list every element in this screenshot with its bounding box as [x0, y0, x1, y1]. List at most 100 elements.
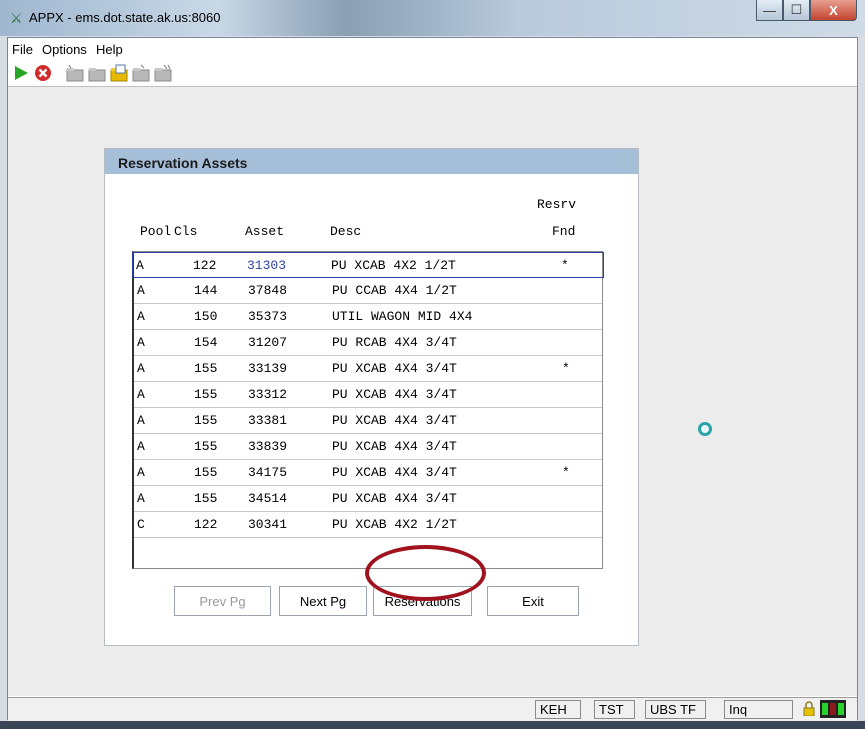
toolbar: [8, 60, 857, 87]
cell-desc: PU XCAB 4X4 3/4T: [332, 439, 457, 454]
client-area: File Options Help Reservation Assets Res…: [7, 37, 858, 721]
status-user: KEH: [535, 700, 581, 719]
folder-icon[interactable]: [66, 64, 84, 82]
cell-cls: 155: [194, 439, 218, 454]
cell-pool: A: [137, 413, 145, 428]
cell-pool: C: [137, 517, 145, 532]
cell-desc: PU XCAB 4X4 3/4T: [332, 465, 457, 480]
status-leds-icon: [820, 700, 846, 718]
next-page-button[interactable]: Next Pg: [279, 586, 367, 616]
cell-pool: A: [137, 335, 145, 350]
cell-pool: A: [136, 258, 144, 273]
cell-asset: 30341: [248, 517, 288, 532]
cell-pool: A: [137, 361, 145, 376]
cell-cls: 122: [193, 258, 217, 273]
taskbar-strip: [0, 721, 865, 729]
cell-desc: PU XCAB 4X4 3/4T: [332, 361, 457, 376]
cell-fnd: *: [562, 465, 570, 480]
column-header-cls: Cls: [174, 224, 198, 239]
window-title: APPX - ems.dot.state.ak.us:8060: [29, 10, 221, 25]
panel-header: Reservation Assets: [105, 149, 638, 174]
cell-desc: UTIL WAGON MID 4X4: [332, 309, 473, 324]
cell-asset: 34514: [248, 491, 288, 506]
cell-asset: 37848: [248, 283, 288, 298]
cell-cls: 122: [194, 517, 218, 532]
table-row[interactable]: A 144 37848 PU CCAB 4X4 1/2T: [134, 278, 602, 304]
status-mode: Inq: [724, 700, 793, 719]
cell-asset: 34175: [248, 465, 288, 480]
cell-fnd: *: [561, 258, 569, 273]
menu-help[interactable]: Help: [96, 42, 123, 57]
column-header-desc: Desc: [330, 224, 362, 239]
table-row[interactable]: A 154 31207 PU RCAB 4X4 3/4T: [134, 330, 602, 356]
appx-logo-icon: ⚔: [10, 10, 23, 26]
cell-cls: 155: [194, 465, 218, 480]
status-bar: KEH TST UBS TF Inq: [8, 697, 857, 721]
cell-asset: 35373: [248, 309, 288, 324]
cell-asset: 31303: [247, 258, 287, 273]
cell-cls: 155: [194, 413, 218, 428]
folder-icon[interactable]: [154, 64, 172, 82]
cell-asset: 33312: [248, 387, 288, 402]
minimize-button[interactable]: —: [756, 0, 783, 21]
table-row[interactable]: A 150 35373 UTIL WAGON MID 4X4: [134, 304, 602, 330]
cell-desc: PU XCAB 4X2 1/2T: [332, 517, 457, 532]
table-row[interactable]: A 155 33139 PU XCAB 4X4 3/4T *: [134, 356, 602, 382]
maximize-button[interactable]: ☐: [783, 0, 810, 21]
cell-fnd: *: [562, 361, 570, 376]
table-row[interactable]: A 155 33381 PU XCAB 4X4 3/4T: [134, 408, 602, 434]
menu-file[interactable]: File: [12, 42, 33, 57]
loading-spinner-icon: [698, 422, 712, 436]
app-window: ⚔ APPX - ems.dot.state.ak.us:8060 — ☐ X …: [0, 0, 865, 729]
table-row[interactable]: A 122 31303 PU XCAB 4X2 1/2T *: [132, 252, 604, 278]
cell-asset: 33139: [248, 361, 288, 376]
status-app: UBS TF: [645, 700, 706, 719]
folder-open-icon[interactable]: [110, 64, 128, 82]
window-controls: — ☐ X: [756, 0, 857, 22]
stop-icon[interactable]: [34, 64, 52, 82]
cell-desc: PU XCAB 4X4 3/4T: [332, 413, 457, 428]
work-area: Reservation Assets Resrv Pool Cls Asset …: [8, 87, 857, 696]
cell-pool: A: [137, 283, 145, 298]
column-header-resrv: Resrv: [537, 197, 577, 212]
annotation-circle: [365, 545, 486, 601]
column-header-pool: Pool: [140, 224, 172, 239]
close-button[interactable]: X: [810, 0, 857, 21]
lock-icon: [803, 701, 815, 716]
folder-icon[interactable]: [88, 64, 106, 82]
cell-pool: A: [137, 439, 145, 454]
cell-asset: 33381: [248, 413, 288, 428]
cell-desc: PU XCAB 4X4 3/4T: [332, 491, 457, 506]
cell-pool: A: [137, 465, 145, 480]
prev-page-button[interactable]: Prev Pg: [174, 586, 271, 616]
folder-icon[interactable]: [132, 64, 150, 82]
asset-table: A 122 31303 PU XCAB 4X2 1/2T * A 144 37848 PU CC…: [132, 251, 604, 569]
cell-asset: 33839: [248, 439, 288, 454]
cell-cls: 155: [194, 491, 218, 506]
table-row[interactable]: C 122 30341 PU XCAB 4X2 1/2T: [134, 512, 602, 538]
cell-desc: PU CCAB 4X4 1/2T: [332, 283, 457, 298]
menu-options[interactable]: Options: [42, 42, 87, 57]
cell-desc: PU XCAB 4X2 1/2T: [331, 258, 456, 273]
panel-title: Reservation Assets: [118, 155, 248, 171]
play-icon[interactable]: [12, 64, 30, 82]
title-bar[interactable]: ⚔ APPX - ems.dot.state.ak.us:8060 — ☐ X: [0, 0, 865, 36]
table-row[interactable]: A 155 34175 PU XCAB 4X4 3/4T *: [134, 460, 602, 486]
cell-cls: 155: [194, 387, 218, 402]
exit-button[interactable]: Exit: [487, 586, 579, 616]
cell-cls: 154: [194, 335, 218, 350]
cell-desc: PU RCAB 4X4 3/4T: [332, 335, 457, 350]
cell-cls: 144: [194, 283, 218, 298]
status-env: TST: [594, 700, 635, 719]
cell-desc: PU XCAB 4X4 3/4T: [332, 387, 457, 402]
cell-pool: A: [137, 309, 145, 324]
table-row[interactable]: A 155 33312 PU XCAB 4X4 3/4T: [134, 382, 602, 408]
table-row[interactable]: A 155 34514 PU XCAB 4X4 3/4T: [134, 486, 602, 512]
column-header-fnd: Fnd: [552, 224, 576, 239]
menu-bar: File Options Help: [8, 38, 857, 60]
table-row[interactable]: A 155 33839 PU XCAB 4X4 3/4T: [134, 434, 602, 460]
column-header-asset: Asset: [245, 224, 285, 239]
cell-asset: 31207: [248, 335, 288, 350]
cell-cls: 155: [194, 361, 218, 376]
cell-pool: A: [137, 387, 145, 402]
